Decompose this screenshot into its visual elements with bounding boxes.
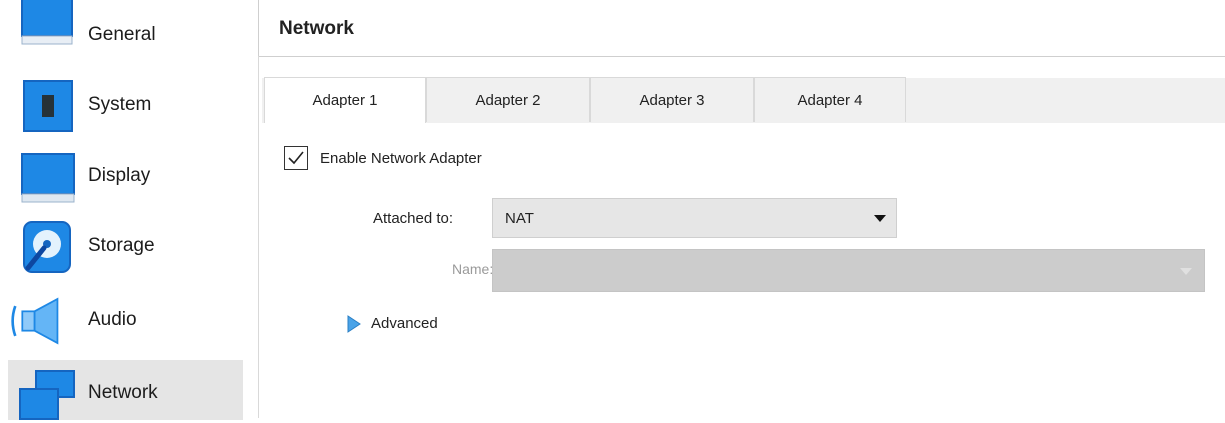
dropdown-arrow-icon — [1180, 268, 1192, 275]
storage-icon — [23, 221, 71, 273]
attached-to-select[interactable]: NAT — [492, 198, 897, 238]
tab-adapter-2[interactable]: Adapter 2 — [426, 77, 590, 122]
sidebar-item-network[interactable]: Network — [8, 360, 243, 420]
expand-triangle-icon[interactable] — [347, 315, 361, 333]
sidebar-item-label: System — [88, 94, 152, 115]
content-divider — [258, 56, 259, 418]
sidebar-item-label: Display — [88, 165, 151, 186]
display-icon — [21, 153, 75, 203]
tab-label: Adapter 3 — [639, 91, 705, 109]
tab-label: Adapter 2 — [475, 91, 541, 109]
attached-to-value: NAT — [505, 210, 534, 227]
sidebar-item-storage[interactable]: Storage — [8, 213, 243, 283]
advanced-toggle[interactable]: Advanced — [371, 315, 438, 332]
name-label: Name: — [452, 261, 494, 277]
sidebar-item-system[interactable]: System — [8, 72, 243, 142]
page-title: Network — [279, 18, 354, 39]
section-header: Network — [258, 0, 1225, 57]
general-icon — [21, 0, 73, 45]
sidebar-item-label: Storage — [88, 235, 155, 256]
audio-icon — [11, 297, 59, 345]
settings-sidebar: General System Display Storage Audio Net… — [0, 0, 245, 420]
adapter-tabs: Adapter 1 Adapter 2 Adapter 3 Adapter 4 — [262, 77, 1225, 123]
system-icon — [23, 80, 73, 132]
tab-label: Adapter 4 — [797, 91, 863, 109]
tab-adapter-1[interactable]: Adapter 1 — [264, 77, 426, 123]
sidebar-item-label: General — [88, 24, 156, 45]
sidebar-item-label: Network — [88, 382, 158, 403]
tab-adapter-3[interactable]: Adapter 3 — [590, 77, 754, 122]
sidebar-item-audio[interactable]: Audio — [8, 287, 243, 357]
sidebar-item-display[interactable]: Display — [8, 143, 243, 213]
network-icon — [19, 370, 75, 420]
name-select[interactable] — [492, 249, 1205, 292]
tab-label: Adapter 1 — [312, 92, 378, 109]
sidebar-item-label: Audio — [88, 309, 137, 330]
sidebar-item-general[interactable]: General — [8, 0, 243, 72]
attached-to-label: Attached to: — [373, 210, 454, 227]
enable-adapter-label[interactable]: Enable Network Adapter — [320, 150, 482, 167]
enable-adapter-checkbox[interactable] — [284, 146, 308, 170]
tab-adapter-4[interactable]: Adapter 4 — [754, 77, 906, 122]
checkmark-icon — [288, 151, 304, 165]
dropdown-arrow-icon — [874, 215, 886, 222]
